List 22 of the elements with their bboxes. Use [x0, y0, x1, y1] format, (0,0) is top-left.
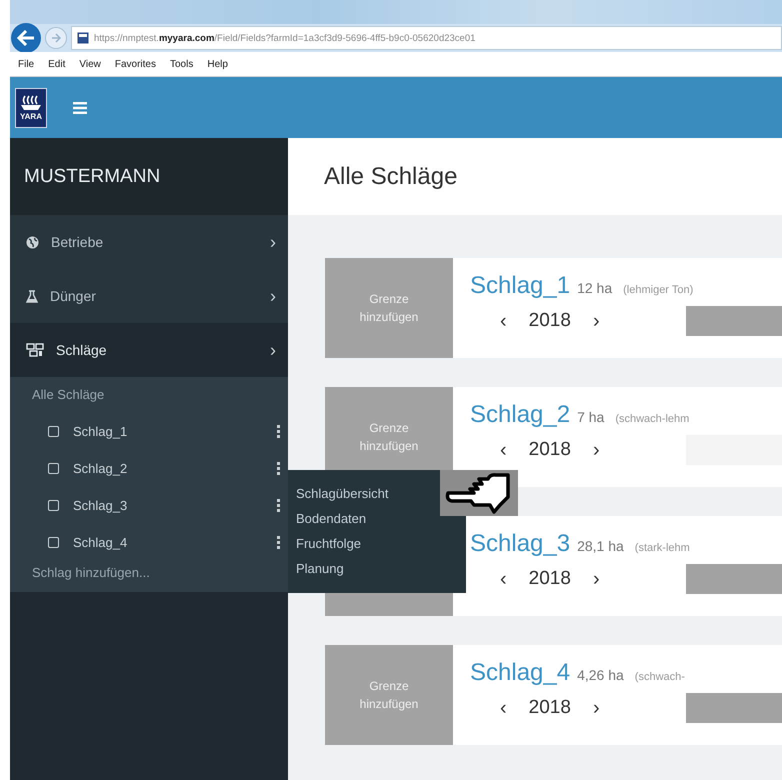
- soil-type: (lehmiger Ton): [623, 284, 694, 296]
- year-label: 2018: [528, 568, 571, 590]
- chevron-icon: ›: [270, 340, 276, 360]
- nav-label: Betriebe: [51, 234, 104, 250]
- nav-label: Schläge: [56, 342, 108, 358]
- soil-type: (schwach-: [634, 671, 685, 683]
- nav-label: Dünger: [50, 288, 97, 304]
- field-area: 4,26 ha: [577, 667, 624, 683]
- logo-text: YARA: [20, 112, 42, 120]
- field-area: 12 ha: [577, 280, 612, 296]
- account-name: MUSTERMANN: [24, 166, 160, 188]
- year-label: 2018: [528, 697, 571, 719]
- field-area: 28,1 ha: [577, 538, 624, 554]
- url-text: https://nmptest.myyara.com/Field/Fields?farmId=1a3cf3d9-5696-4ff5-b9c0-05620d23ce01: [94, 32, 476, 44]
- soil-type: (stark-lehm: [634, 542, 690, 554]
- chevron-icon: ›: [270, 286, 276, 306]
- page-title: Alle Schläge: [324, 162, 458, 190]
- year-label: 2018: [528, 439, 571, 461]
- field-area: 7 ha: [577, 409, 604, 425]
- year-label: 2018: [528, 310, 571, 332]
- soil-type: (schwach-lehm: [615, 413, 690, 425]
- chevron-icon: ›: [270, 232, 276, 252]
